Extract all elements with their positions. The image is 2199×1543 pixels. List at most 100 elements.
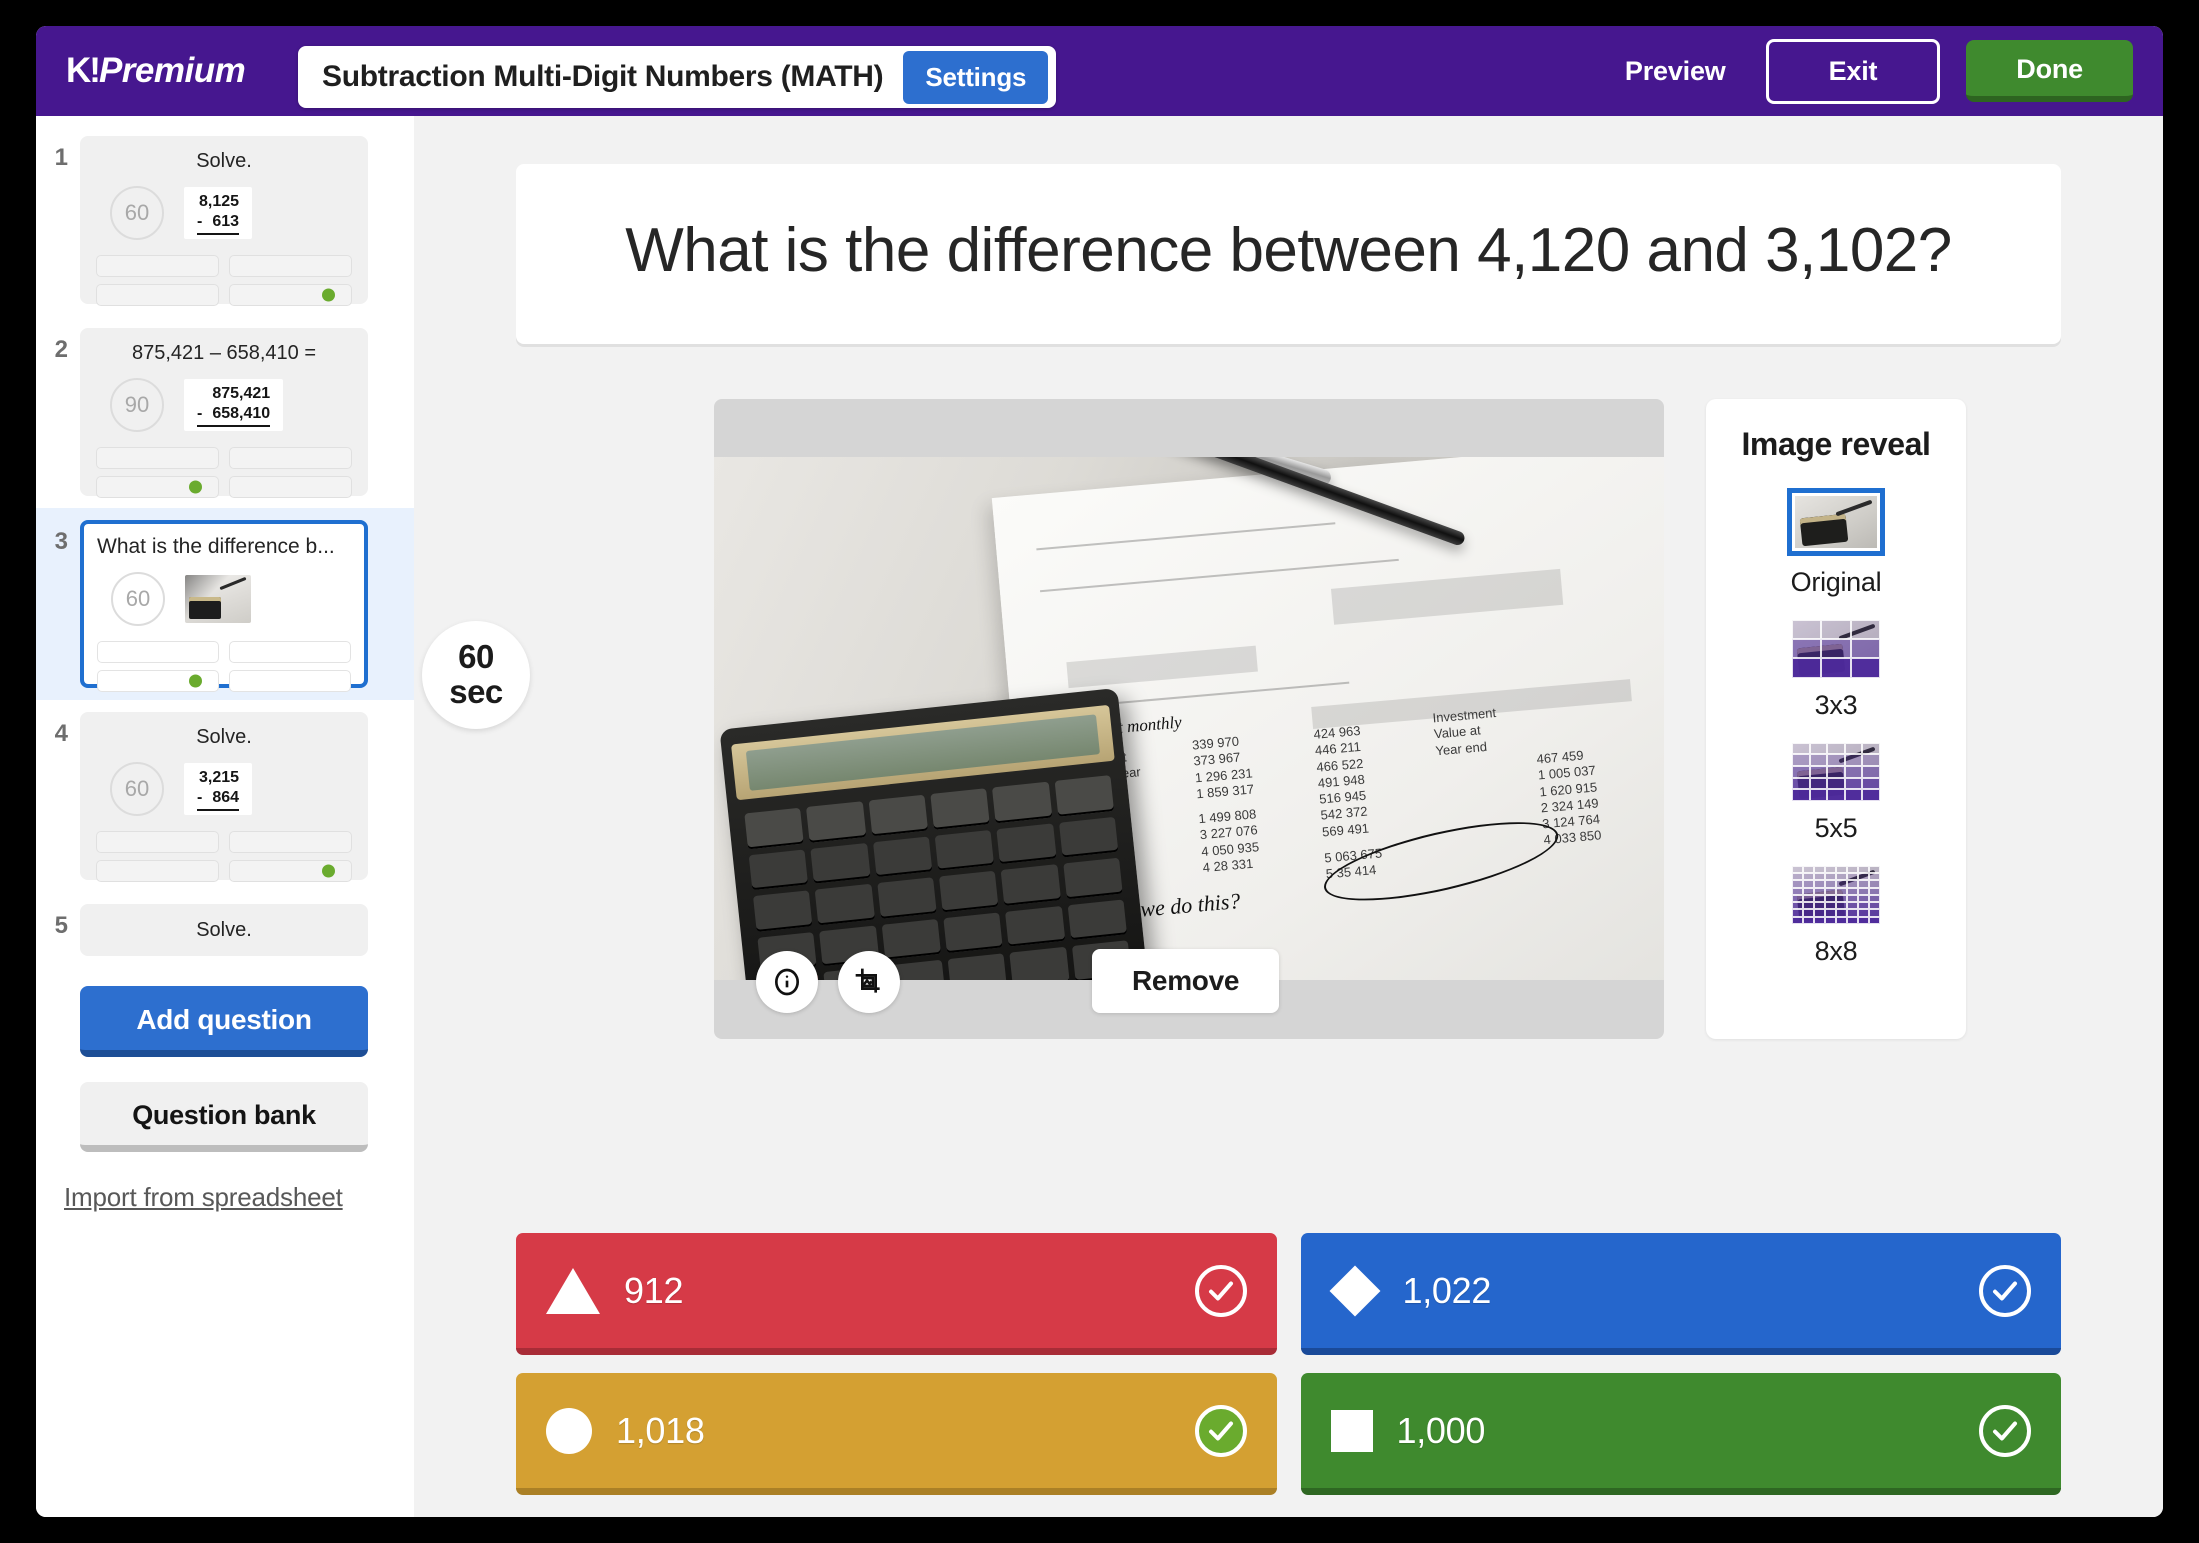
slide-thumbnail-2[interactable]: 2 875,421 – 658,410 = 90 875,421 -658,410 bbox=[36, 316, 414, 508]
question-image-stage[interactable]: Investment Value at Year 817 458 339 970… bbox=[714, 399, 1664, 1039]
app-screen: K! Premium Subtraction Multi-Digit Number… bbox=[36, 26, 2163, 1517]
question-bank-button[interactable]: Question bank bbox=[80, 1082, 368, 1152]
math-subtrahend: -613 bbox=[197, 212, 240, 235]
diamond-icon bbox=[1329, 1265, 1380, 1316]
image-reveal-option-original[interactable]: Original bbox=[1786, 487, 1885, 598]
question-image: Investment Value at Year 817 458 339 970… bbox=[714, 457, 1664, 980]
slide-thumb-answers bbox=[97, 641, 351, 693]
slide-thumb-timer: 60 bbox=[111, 572, 165, 627]
timer-unit: sec bbox=[449, 673, 503, 710]
slide-thumb-body[interactable]: Solve. 60 8,125 -613 bbox=[80, 136, 368, 306]
correct-answer-check-icon[interactable] bbox=[1194, 1404, 1247, 1457]
quiz-title[interactable]: Subtraction Multi-Digit Numbers (MATH) bbox=[322, 60, 884, 94]
slide-number: 2 bbox=[54, 336, 68, 363]
image-reveal-option-3x3[interactable]: 3x3 bbox=[1791, 619, 1882, 721]
answer-text[interactable]: 1,022 bbox=[1403, 1270, 1492, 1312]
answer-option-red[interactable]: 912 bbox=[516, 1233, 1277, 1355]
premium-label: Premium bbox=[98, 51, 246, 90]
answer-option-green[interactable]: 1,000 bbox=[1300, 1373, 2061, 1495]
slide-thumbnail-4[interactable]: 4 Solve. 60 3,215 -864 bbox=[36, 700, 414, 892]
slide-thumb-answers bbox=[96, 831, 352, 882]
image-reveal-options: Original 3x3 5x5 8x8 bbox=[1786, 487, 1885, 989]
quiz-title-bar: Subtraction Multi-Digit Numbers (MATH) S… bbox=[298, 46, 1057, 108]
image-reveal-thumb bbox=[1786, 487, 1885, 556]
answer-check-icon[interactable] bbox=[1979, 1404, 2031, 1457]
slide-thumb-math: 875,421 -658,410 bbox=[184, 379, 284, 431]
kahoot-logo-mark: K! bbox=[66, 51, 101, 90]
done-button[interactable]: Done bbox=[1966, 40, 2133, 102]
slide-thumb-body[interactable]: Solve. 60 3,215 -864 bbox=[80, 712, 368, 882]
answer-check-icon[interactable] bbox=[1979, 1264, 2031, 1317]
image-reveal-title: Image reveal bbox=[1741, 426, 1931, 462]
slide-thumb-body[interactable]: 875,421 – 658,410 = 90 875,421 -658,410 bbox=[80, 328, 368, 498]
question-text[interactable]: What is the difference between 4,120 and… bbox=[625, 214, 1952, 287]
reveal-grid-overlay bbox=[1791, 619, 1880, 678]
image-reveal-option-label: 3x3 bbox=[1814, 689, 1858, 720]
slide-thumb-middle: 60 8,125 -613 bbox=[96, 186, 352, 240]
slide-thumb-answer-bar bbox=[229, 641, 351, 664]
slide-thumb-title: Solve. bbox=[196, 726, 252, 748]
math-minuend: 875,421 bbox=[212, 385, 271, 402]
image-reveal-thumb bbox=[1791, 619, 1880, 678]
slide-thumb-answer-bar bbox=[96, 476, 219, 498]
settings-button[interactable]: Settings bbox=[903, 50, 1049, 104]
kahoot-premium-logo: K! Premium bbox=[66, 51, 246, 91]
image-reveal-option-label: 8x8 bbox=[1814, 935, 1858, 966]
import-from-spreadsheet-link[interactable]: Import from spreadsheet bbox=[64, 1182, 414, 1213]
app-header: K! Premium Subtraction Multi-Digit Number… bbox=[36, 26, 2163, 116]
math-subtrahend: -864 bbox=[197, 788, 240, 811]
slide-thumb-image bbox=[185, 575, 251, 624]
answer-text[interactable]: 1,000 bbox=[1397, 1410, 1486, 1452]
preview-button[interactable]: Preview bbox=[1611, 46, 1740, 97]
answer-check-icon[interactable] bbox=[1194, 1264, 1247, 1317]
math-minuend: 3,215 bbox=[198, 769, 240, 786]
slide-thumb-math: 8,125 -613 bbox=[184, 187, 253, 239]
timer-badge[interactable]: 60 sec bbox=[422, 621, 530, 729]
slide-thumb-answer-bar bbox=[229, 831, 352, 853]
correct-answer-dot bbox=[322, 288, 335, 302]
slides-container: 1 Solve. 60 8,125 -613 2 875,421 – 658,410 = 90… bbox=[36, 124, 414, 968]
slide-thumb-answer-bar bbox=[229, 476, 352, 498]
slide-thumbnail-3[interactable]: 3 What is the difference b... 60 bbox=[36, 508, 414, 700]
slide-thumb-answer-bar bbox=[229, 255, 352, 277]
slide-thumb-title: What is the difference b... bbox=[97, 535, 335, 558]
image-reveal-option-5x5[interactable]: 5x5 bbox=[1791, 742, 1882, 844]
slide-thumb-timer: 90 bbox=[110, 378, 164, 432]
image-reveal-option-8x8[interactable]: 8x8 bbox=[1791, 865, 1882, 967]
question-editor-main: What is the difference between 4,120 and… bbox=[414, 116, 2163, 1517]
slide-list-sidebar[interactable]: 1 Solve. 60 8,125 -613 2 875,421 – 658,410 = 90… bbox=[36, 116, 414, 1517]
slide-thumb-answer-bar bbox=[96, 284, 219, 306]
answer-option-blue[interactable]: 1,022 bbox=[1300, 1233, 2061, 1355]
slide-thumb-middle: 60 3,215 -864 bbox=[96, 762, 352, 816]
info-icon[interactable] bbox=[756, 951, 818, 1013]
slide-thumb-answers bbox=[96, 255, 352, 306]
slide-thumb-answer-bar bbox=[229, 860, 352, 882]
image-calculator bbox=[719, 687, 1149, 980]
slide-thumb-body[interactable]: What is the difference b... 60 bbox=[80, 520, 368, 693]
triangle-icon bbox=[546, 1267, 600, 1314]
answer-text[interactable]: 912 bbox=[624, 1270, 683, 1312]
slide-thumb-compact[interactable]: Solve. bbox=[80, 904, 368, 956]
add-question-button[interactable]: Add question bbox=[80, 986, 368, 1057]
slide-number: 1 bbox=[54, 144, 68, 171]
math-subtrahend: -658,410 bbox=[197, 404, 271, 427]
header-actions: Preview Exit Done bbox=[1611, 26, 2133, 116]
math-minuend: 8,125 bbox=[198, 193, 240, 210]
slide-thumb-answer-bar bbox=[229, 447, 352, 469]
slide-thumbnail-1[interactable]: 1 Solve. 60 8,125 -613 bbox=[36, 124, 414, 316]
slide-thumb-answer-bar bbox=[97, 670, 219, 693]
answer-options-grid: 912 1,022 1,018 1,000 bbox=[414, 1233, 2163, 1495]
exit-button[interactable]: Exit bbox=[1765, 38, 1941, 104]
answer-option-yellow[interactable]: 1,018 bbox=[516, 1373, 1277, 1495]
slide-thumb-middle: 60 bbox=[97, 572, 351, 627]
crop-image-icon[interactable] bbox=[838, 951, 900, 1013]
slide-thumb-title: 875,421 – 658,410 = bbox=[131, 342, 317, 364]
slide-thumbnail-5[interactable]: 5 Solve. bbox=[36, 892, 414, 968]
slide-thumb-answer-bar bbox=[229, 284, 352, 306]
remove-image-button[interactable]: Remove bbox=[1092, 949, 1280, 1013]
question-title-card[interactable]: What is the difference between 4,120 and… bbox=[516, 164, 2061, 344]
answer-text[interactable]: 1,018 bbox=[616, 1410, 705, 1452]
square-icon bbox=[1330, 1409, 1373, 1452]
slide-thumb-timer: 60 bbox=[110, 186, 164, 240]
slide-number: 3 bbox=[54, 528, 68, 555]
